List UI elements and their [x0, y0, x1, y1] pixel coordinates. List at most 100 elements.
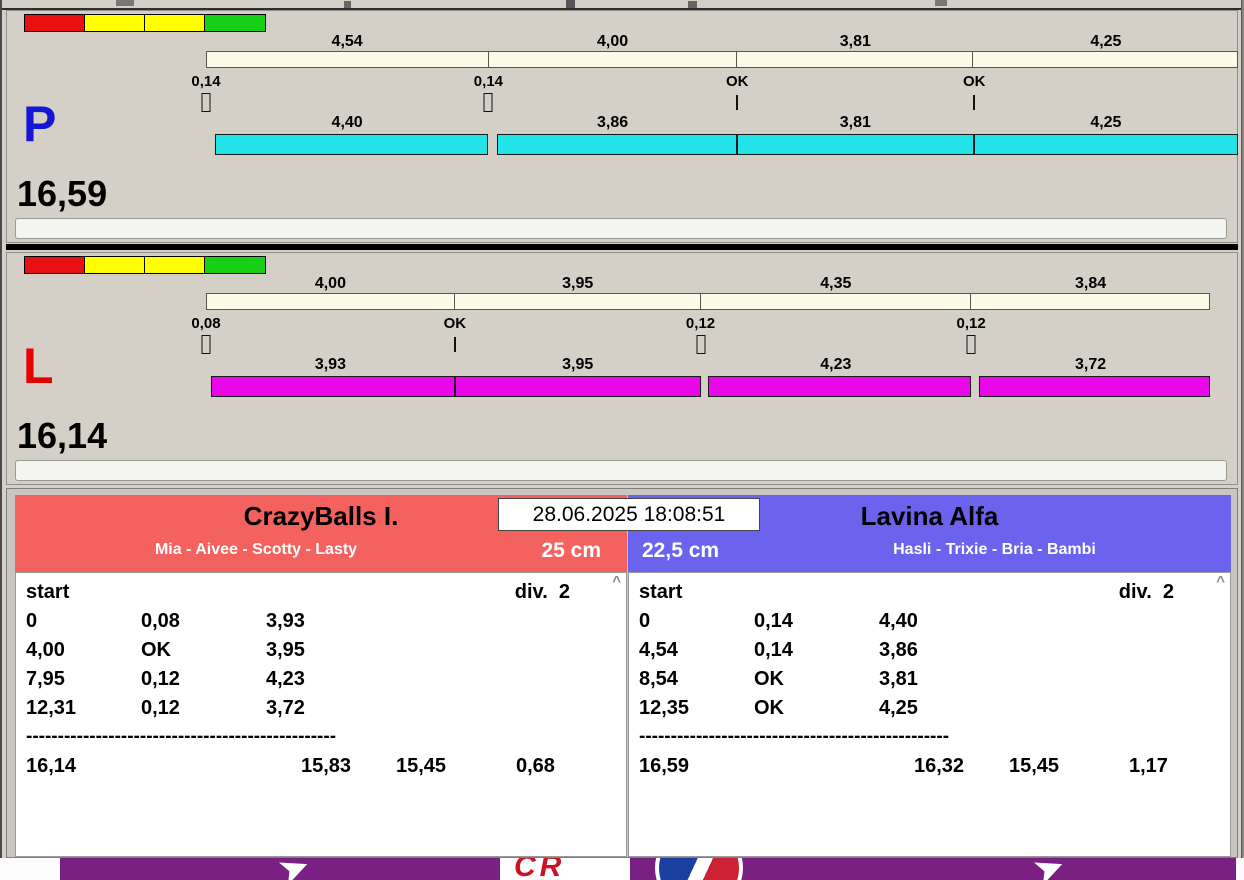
- split-bar-segment: [973, 52, 1237, 67]
- result-row: 4,00OK3,95: [16, 639, 626, 668]
- result-cell: 4,54: [639, 639, 754, 668]
- crossing-time-label: OK: [963, 73, 986, 90]
- logo-box: CR: [500, 858, 630, 880]
- split-bar: [206, 51, 1238, 68]
- lane-panel-P: P 16,59 4,544,003,814,25 0,140,14OKOK 4,…: [6, 10, 1238, 243]
- table-header-row: start div. 2: [629, 581, 1230, 610]
- dog-time-label: 3,81: [737, 114, 974, 132]
- arrow-icon: ➤: [1029, 858, 1070, 880]
- crossing-time-label: OK: [444, 315, 467, 332]
- dog-bar-fill: [737, 134, 974, 155]
- dog-time-label: 3,93: [206, 356, 455, 374]
- split-times-row: 4,544,003,814,25: [206, 33, 1238, 51]
- window-border-left: [0, 0, 2, 880]
- split-bar-segment: [701, 294, 971, 309]
- split-bar-segment: [207, 294, 455, 309]
- dog-time-label: 3,86: [488, 114, 737, 132]
- table-header-row: start div. 2: [16, 581, 626, 610]
- result-cell: 0: [639, 610, 754, 639]
- crossing-time-label: 0,12: [957, 315, 986, 332]
- result-cell: 0: [26, 610, 141, 639]
- dog-bar-segment: [206, 134, 488, 155]
- split-bar-segment: [737, 52, 973, 67]
- scroll-up-icon[interactable]: ^: [612, 577, 621, 587]
- scoreboard: CrazyBalls I. Mia - Aivee - Scotty - Las…: [6, 488, 1238, 858]
- result-cell: 4,00: [26, 639, 141, 668]
- result-cell: 12,35: [639, 697, 754, 726]
- crossing-fault-tick: [484, 93, 493, 112]
- result-cell: 8,54: [639, 668, 754, 697]
- split-time-label: 4,00: [488, 33, 737, 51]
- dog-bar-segment: [971, 376, 1210, 397]
- crossing-ticks-row: [206, 335, 1210, 355]
- split-time-label: 4,25: [974, 33, 1238, 51]
- results-table: ^ start div. 2 00,144,404,540,143,868,54…: [628, 572, 1231, 857]
- total-cell: 1,17: [1129, 755, 1230, 778]
- totals-row: 16,1415,8315,450,68: [16, 755, 626, 778]
- sponsor-banner: ➤ CR ➤: [60, 858, 1236, 880]
- logo-cr-text: CR: [514, 858, 565, 879]
- crossing-time-label: 0,12: [686, 315, 715, 332]
- result-row: 7,950,124,23: [16, 668, 626, 697]
- result-cell: 12,31: [26, 697, 141, 726]
- result-cell: 4,40: [879, 610, 1230, 639]
- result-cell: 0,12: [141, 697, 266, 726]
- dog-bar-segment: [701, 376, 972, 397]
- dog-bar-fill: [974, 134, 1238, 155]
- table-separator: ----------------------------------------…: [629, 726, 1004, 755]
- split-time-label: 4,54: [206, 33, 488, 51]
- lane-track: 4,003,954,353,84 0,08OK0,120,12 3,933,95…: [206, 253, 1210, 453]
- result-row: 4,540,143,86: [629, 639, 1230, 668]
- crossing-ok-tick: [736, 95, 738, 110]
- dog-bar-segment: [737, 134, 974, 155]
- division-label: div. 2: [1119, 581, 1174, 610]
- division-label: div. 2: [515, 581, 570, 610]
- toolbar-fragment: [566, 0, 575, 8]
- toolbar-fragment: [344, 1, 351, 8]
- toolbar-fragment: [116, 0, 134, 6]
- split-bar-segment: [489, 52, 737, 67]
- lane-status-bar: [15, 218, 1227, 239]
- crossing-times-row: 0,140,14OKOK: [206, 73, 1238, 91]
- result-cell: 3,93: [266, 610, 626, 639]
- split-time-label: 4,35: [701, 275, 972, 293]
- result-cell: OK: [754, 697, 879, 726]
- crossing-time-label: 0,08: [191, 315, 220, 332]
- dog-times-row: 3,933,954,233,72: [206, 356, 1210, 374]
- traffic-light-cell: [25, 257, 85, 273]
- result-cell: 3,72: [266, 697, 626, 726]
- dog-time-label: 3,95: [455, 356, 701, 374]
- results-table: ^ start div. 2 00,083,934,00OK3,957,950,…: [15, 572, 627, 857]
- result-cell: 7,95: [26, 668, 141, 697]
- dog-bar-segment: [974, 134, 1238, 155]
- total-cell: 16,59: [639, 755, 914, 778]
- crossing-fault-tick: [967, 335, 976, 354]
- split-time-label: 3,84: [971, 275, 1210, 293]
- result-row: 8,54OK3,81: [629, 668, 1230, 697]
- lane-panel-L: L 16,14 4,003,954,353,84 0,08OK0,120,12 …: [6, 252, 1238, 485]
- team-dogs: Mia - Aivee - Scotty - Lasty: [155, 541, 357, 558]
- arrow-icon: ➤: [274, 858, 315, 880]
- dog-bar-segment: [455, 376, 701, 397]
- traffic-light-cell: [25, 15, 85, 31]
- lane-letter-P: P: [23, 97, 56, 152]
- result-row: 12,310,123,72: [16, 697, 626, 726]
- crossing-time-label: OK: [726, 73, 749, 90]
- crossing-times-row: 0,08OK0,120,12: [206, 315, 1210, 333]
- dog-time-label: 4,40: [206, 114, 488, 132]
- split-time-label: 3,95: [455, 275, 701, 293]
- team-panel-left: CrazyBalls I. Mia - Aivee - Scotty - Las…: [15, 495, 627, 857]
- result-cell: 0,14: [754, 610, 879, 639]
- result-cell: 3,81: [879, 668, 1230, 697]
- total-cell: 15,83: [301, 755, 396, 778]
- toolbar-fragment: [688, 1, 697, 8]
- toolbar-fragment: [935, 0, 947, 6]
- split-bar-segment: [455, 294, 700, 309]
- result-cell: 0,12: [141, 668, 266, 697]
- lane-status-bar: [15, 460, 1227, 481]
- dog-bar-fill: [211, 376, 455, 397]
- traffic-light-cell: [145, 15, 205, 31]
- crossing-ok-tick: [454, 337, 456, 352]
- totals-row: 16,5916,3215,451,17: [629, 755, 1230, 778]
- scroll-up-icon[interactable]: ^: [1216, 577, 1225, 587]
